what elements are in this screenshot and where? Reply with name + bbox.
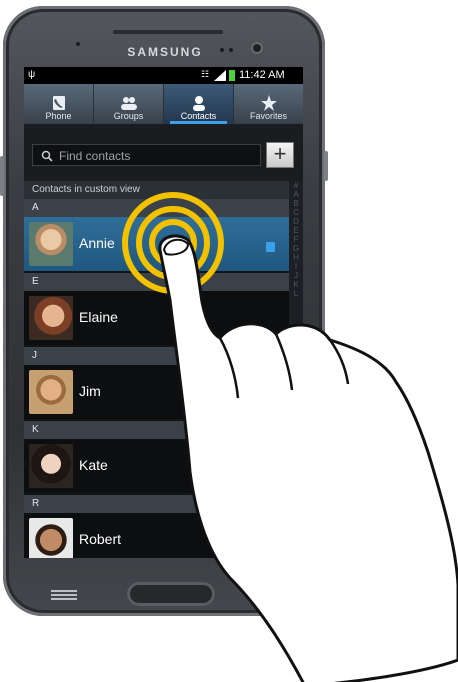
contact-name: Jim xyxy=(79,383,101,399)
tab-bar: Phone Groups Contacts Favorites xyxy=(24,84,303,124)
front-camera-icon xyxy=(251,42,263,54)
alphabet-index[interactable]: # A B C D E F G H I J K L xyxy=(289,181,303,558)
section-header: R xyxy=(24,495,289,513)
status-bar: ψ ☷ 11:42 AM xyxy=(24,67,303,84)
contacts-icon xyxy=(192,96,205,111)
phone-body: SAMSUNG ψ ☷ 11:42 AM Phone Groups Contac… xyxy=(0,6,328,616)
phone-icon xyxy=(52,96,65,110)
contact-name: Annie xyxy=(79,235,115,251)
section-header: K xyxy=(24,421,289,439)
menu-key[interactable] xyxy=(51,588,77,602)
tab-favorites[interactable]: Favorites xyxy=(234,84,303,124)
tab-phone[interactable]: Phone xyxy=(24,84,94,124)
vibrate-icon: ☷ xyxy=(201,69,210,79)
add-contact-button[interactable]: + xyxy=(266,142,294,168)
section-header: E xyxy=(24,273,289,291)
tab-contacts[interactable]: Contacts xyxy=(164,84,234,124)
contact-name: Elaine xyxy=(79,309,118,325)
home-button[interactable] xyxy=(127,582,215,606)
star-icon xyxy=(260,95,277,111)
avatar xyxy=(29,518,73,558)
sensor-dot xyxy=(76,42,80,46)
section-header: A xyxy=(24,199,289,217)
signal-icon xyxy=(214,70,226,81)
avatar xyxy=(29,222,73,266)
section-header: J xyxy=(24,347,289,365)
index-letter[interactable]: F xyxy=(289,235,303,244)
tab-label: Phone xyxy=(45,111,72,121)
brand-logo: SAMSUNG xyxy=(127,45,203,59)
index-letter[interactable]: C xyxy=(289,208,303,217)
screen: ψ ☷ 11:42 AM Phone Groups Contacts Favor… xyxy=(24,67,303,558)
search-row: Find contacts + xyxy=(24,124,303,181)
index-letter[interactable]: I xyxy=(289,262,303,271)
index-letter[interactable]: H xyxy=(289,253,303,262)
sensor-dot xyxy=(220,48,224,52)
status-time: 11:42 AM xyxy=(239,69,285,81)
contact-row-elaine[interactable]: Elaine xyxy=(24,291,289,345)
index-letter[interactable]: D xyxy=(289,217,303,226)
list-header: Contacts in custom view xyxy=(24,181,289,199)
groups-icon xyxy=(120,97,137,110)
tab-groups[interactable]: Groups xyxy=(94,84,164,124)
contact-row-kate[interactable]: Kate xyxy=(24,439,289,493)
usb-icon: ψ xyxy=(28,69,36,80)
contact-row-annie[interactable]: Annie xyxy=(24,217,289,271)
index-letter[interactable]: A xyxy=(289,190,303,199)
contact-name: Robert xyxy=(79,531,122,547)
contact-badge-icon xyxy=(266,242,275,252)
search-icon xyxy=(41,150,53,162)
contact-row-jim[interactable]: Jim xyxy=(24,365,289,419)
avatar xyxy=(29,444,73,488)
power-button[interactable] xyxy=(324,151,328,181)
knuckle-line xyxy=(328,339,350,385)
index-letter[interactable]: K xyxy=(289,280,303,289)
avatar xyxy=(29,296,73,340)
index-letter[interactable]: # xyxy=(289,181,303,190)
tab-label: Contacts xyxy=(180,111,217,121)
tab-label: Favorites xyxy=(249,111,287,121)
volume-button[interactable] xyxy=(0,156,4,196)
search-input[interactable]: Find contacts xyxy=(32,144,261,166)
index-letter[interactable]: E xyxy=(289,226,303,235)
battery-icon xyxy=(229,70,235,81)
avatar xyxy=(29,370,73,414)
index-letter[interactable]: L xyxy=(289,289,303,298)
contact-row-robert[interactable]: Robert xyxy=(24,513,289,558)
earpiece-speaker xyxy=(113,30,223,34)
contact-name: Kate xyxy=(79,457,108,473)
search-placeholder: Find contacts xyxy=(59,149,131,163)
tab-label: Groups xyxy=(113,111,144,121)
sensor-dot xyxy=(229,48,233,52)
index-letter[interactable]: J xyxy=(289,271,303,280)
index-letter[interactable]: B xyxy=(289,199,303,208)
index-letter[interactable]: G xyxy=(289,244,303,253)
